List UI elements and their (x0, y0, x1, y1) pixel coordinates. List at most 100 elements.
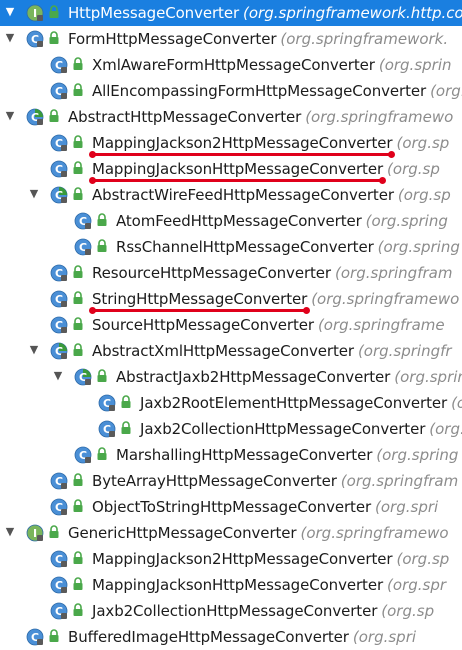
tree-row[interactable]: ▼ C FormHttpMessageConverter (org.springfra… (0, 26, 462, 52)
row-label: BufferedImageHttpMessageConverter (org.sp… (68, 627, 416, 647)
class-name: BufferedImageHttpMessageConverter (68, 628, 349, 646)
row-label: MappingJackson2HttpMessageConverter (org.… (92, 549, 449, 569)
tree-row[interactable]: C MarshallingHttpMessageConverter (org.spr… (0, 442, 462, 468)
tree-row[interactable]: C Jaxb2CollectionHttpMessageConverter (org… (0, 416, 462, 442)
tree-row[interactable]: C AllEncompassingFormHttpMessageConverter… (0, 78, 462, 104)
class-icon: C (50, 576, 68, 594)
class-icon: C (50, 56, 68, 74)
tree-row[interactable]: C SourceHttpMessageConverter (org.springfr… (0, 312, 462, 338)
tree-row[interactable]: C AtomFeedHttpMessageConverter (org.spring (0, 208, 462, 234)
class-icon: C (50, 82, 68, 100)
public-lock-icon (96, 239, 108, 253)
expand-arrow-icon[interactable]: ▼ (28, 344, 40, 356)
row-label: AtomFeedHttpMessageConverter (org.spring (116, 211, 448, 231)
expand-arrow-icon[interactable]: ▼ (4, 6, 16, 18)
public-lock-icon (120, 421, 132, 435)
package-name: (org.sp (397, 186, 451, 204)
class-icon: C (74, 238, 92, 256)
expand-arrow-icon[interactable]: ▼ (28, 188, 40, 200)
package-name: (org.sp (396, 134, 450, 152)
tree-row[interactable]: C RssChannelHttpMessageConverter (org.spri… (0, 234, 462, 260)
tree-row[interactable]: C Jaxb2CollectionHttpMessageConverter (org… (0, 598, 462, 624)
tree-row[interactable]: ▼ C AbstractJaxb2HttpMessageConverter (org.… (0, 364, 462, 390)
public-lock-icon (72, 577, 84, 591)
tree-row[interactable]: ▼ C AbstractXmlHttpMessageConverter (org.sp… (0, 338, 462, 364)
tree-row[interactable]: ▼ C AbstractWireFeedHttpMessageConverter (o… (0, 182, 462, 208)
package-name: (org.springframe (317, 316, 445, 334)
public-lock-icon (96, 369, 108, 383)
type-hierarchy-tree: ▼ I HttpMessageConverter (org.springframewo… (0, 0, 462, 649)
class-icon: C (50, 498, 68, 516)
row-label: AbstractWireFeedHttpMessageConverter (org… (92, 185, 451, 205)
class-icon: C (26, 628, 44, 646)
class-icon: C (50, 472, 68, 490)
row-label: Jaxb2CollectionHttpMessageConverter(org.… (140, 419, 462, 439)
class-name: Jaxb2RootElementHttpMessageConverter (140, 394, 448, 412)
class-name: GenericHttpMessageConverter (68, 524, 297, 542)
class-name: AbstractHttpMessageConverter (68, 108, 302, 126)
class-name: StringHttpMessageConverter (92, 290, 308, 308)
tree-row[interactable]: C MappingJackson2HttpMessageConverter (org… (0, 546, 462, 572)
expand-arrow-icon[interactable]: ▼ (4, 526, 16, 538)
public-lock-icon (72, 265, 84, 279)
class-icon: C (50, 264, 68, 282)
row-label: RssChannelHttpMessageConverter (org.sprin… (116, 237, 460, 257)
tree-row[interactable]: C ResourceHttpMessageConverter (org.spring… (0, 260, 462, 286)
package-name: (org.s (429, 420, 462, 438)
public-lock-icon (48, 5, 60, 19)
class-name: MappingJackson2HttpMessageConverter (92, 134, 393, 152)
class-name: Jaxb2CollectionHttpMessageConverter (92, 602, 378, 620)
row-label: AbstractJaxb2HttpMessageConverter (org.sp… (116, 367, 462, 387)
tree-row[interactable]: C ObjectToStringHttpMessageConverter (org.… (0, 494, 462, 520)
expand-arrow-icon[interactable]: ▼ (52, 370, 64, 382)
package-name: (org.sp (381, 602, 435, 620)
tree-row[interactable]: C Jaxb2RootElementHttpMessageConverter(or… (0, 390, 462, 416)
class-name: MappingJacksonHttpMessageConverter (92, 160, 384, 178)
class-name: ByteArrayHttpMessageConverter (92, 472, 337, 490)
tree-row[interactable]: ▼ I GenericHttpMessageConverter (org.spring… (0, 520, 462, 546)
class-name: MarshallingHttpMessageConverter (116, 446, 373, 464)
package-name: (org.spri (375, 498, 439, 516)
row-label: MappingJacksonHttpMessageConverter (org.s… (92, 159, 440, 179)
class-name: AbstractXmlHttpMessageConverter (92, 342, 354, 360)
expand-arrow-icon[interactable]: ▼ (4, 32, 16, 44)
tree-row[interactable]: ▼ I HttpMessageConverter (org.springframewo… (0, 0, 462, 26)
package-name: (org (451, 394, 462, 412)
package-name: (org.spr (387, 576, 447, 594)
row-label: AbstractXmlHttpMessageConverter (org.spri… (92, 341, 452, 361)
abstract-class-icon: C (26, 108, 44, 126)
row-label: Jaxb2RootElementHttpMessageConverter(org (140, 393, 462, 413)
row-label: FormHttpMessageConverter (org.springframe… (68, 29, 448, 49)
package-name: (org.sprin (394, 368, 462, 386)
class-name: XmlAwareFormHttpMessageConverter (92, 56, 375, 74)
row-label: AbstractHttpMessageConverter (org.springf… (68, 107, 453, 127)
public-lock-icon (48, 525, 60, 539)
public-lock-icon (72, 551, 84, 565)
tree-row[interactable]: C XmlAwareFormHttpMessageConverter (org.sp… (0, 52, 462, 78)
public-lock-icon (72, 161, 84, 175)
class-name: RssChannelHttpMessageConverter (116, 238, 374, 256)
public-lock-icon (72, 499, 84, 513)
row-label: GenericHttpMessageConverter (org.springfr… (68, 523, 449, 543)
class-name: Jaxb2CollectionHttpMessageConverter (140, 420, 426, 438)
class-icon: C (50, 290, 68, 308)
public-lock-icon (96, 213, 108, 227)
tree-row[interactable]: ▼ C AbstractHttpMessageConverter (org.sprin… (0, 104, 462, 130)
class-icon: C (26, 30, 44, 48)
row-label: ObjectToStringHttpMessageConverter (org.s… (92, 497, 438, 517)
tree-row[interactable]: C BufferedImageHttpMessageConverter (org.s… (0, 624, 462, 650)
row-label: ResourceHttpMessageConverter (org.springf… (92, 263, 452, 283)
public-lock-icon (96, 447, 108, 461)
package-name: (org.sp (387, 160, 440, 178)
row-label: HttpMessageConverter (org.springframework… (68, 3, 462, 23)
public-lock-icon (72, 83, 84, 97)
tree-row[interactable]: C ByteArrayHttpMessageConverter (org.sprin… (0, 468, 462, 494)
expand-arrow-icon[interactable]: ▼ (4, 110, 16, 122)
class-icon: C (98, 420, 116, 438)
class-name: ObjectToStringHttpMessageConverter (92, 498, 372, 516)
class-icon: C (74, 446, 92, 464)
interface-icon: I (26, 524, 44, 542)
public-lock-icon (72, 603, 84, 617)
row-label: AllEncompassingFormHttpMessageConverter(… (92, 81, 462, 101)
tree-row[interactable]: C MappingJacksonHttpMessageConverter (org.… (0, 572, 462, 598)
